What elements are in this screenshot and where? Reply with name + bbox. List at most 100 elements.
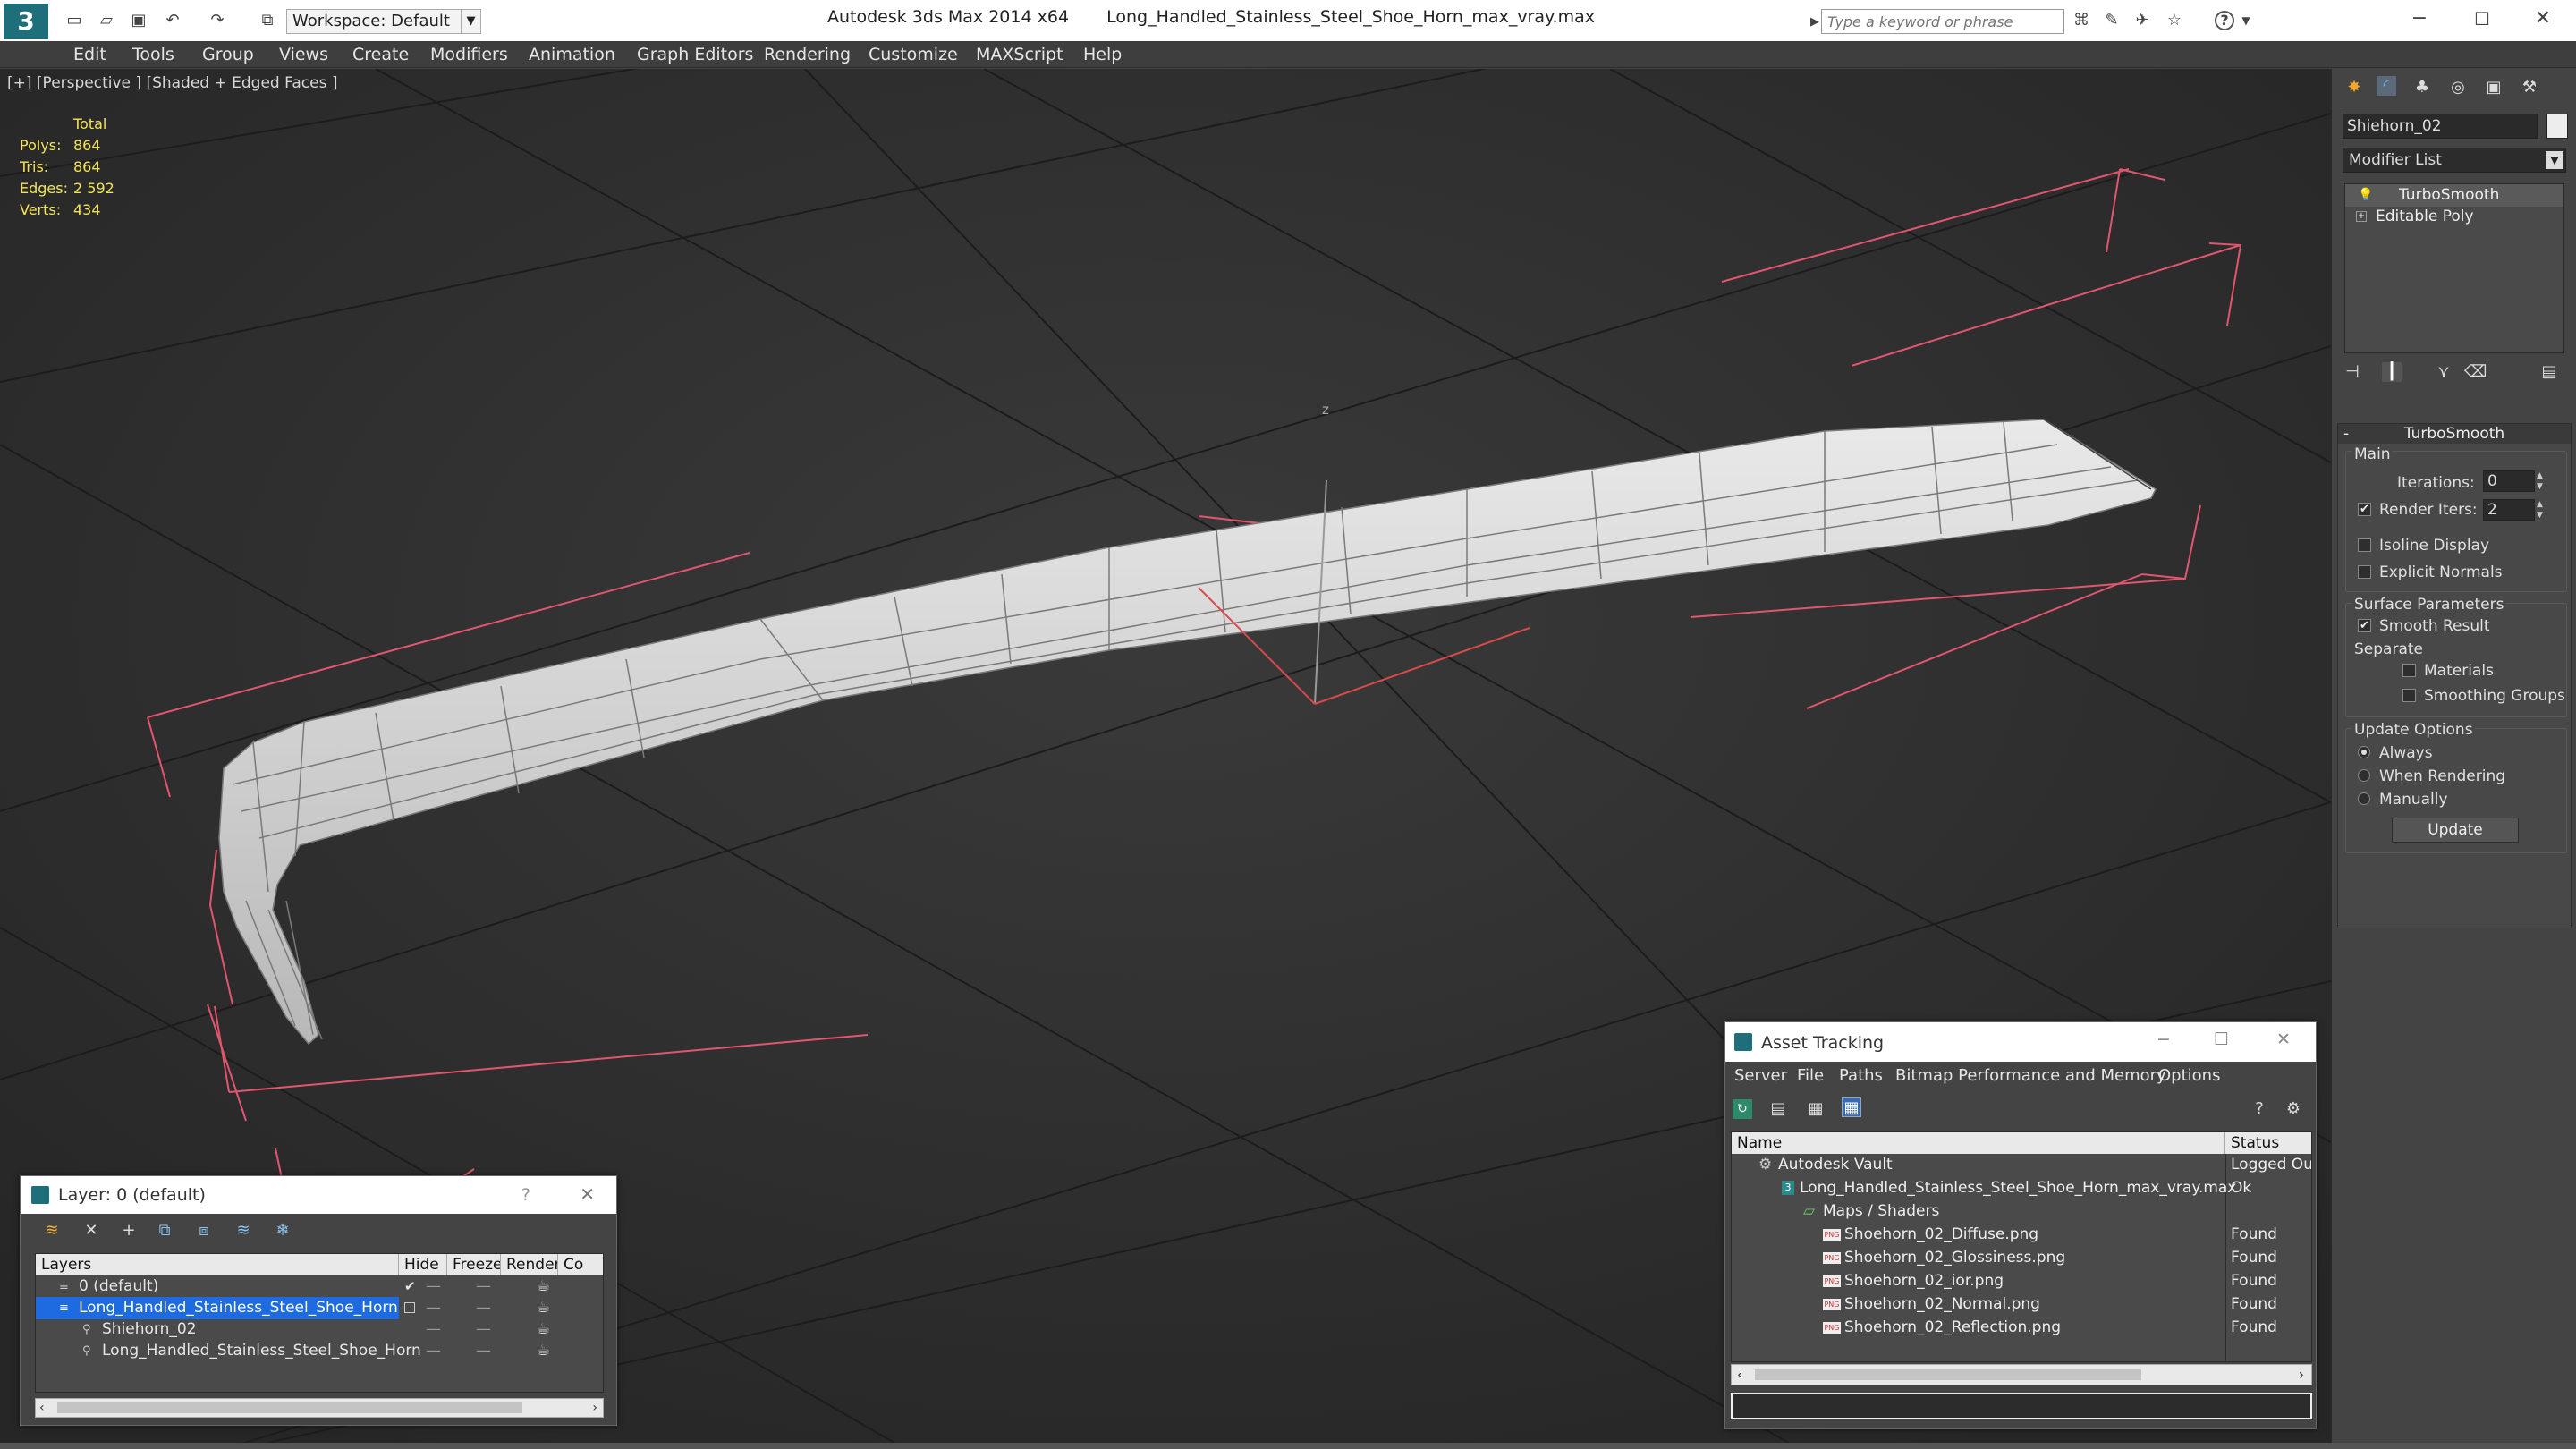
asset-row[interactable]: PNG Shoehorn_02_ior.png Found: [1732, 1270, 2311, 1292]
freeze-all-layers-icon[interactable]: ❄: [273, 1221, 292, 1241]
list-view-icon[interactable]: ▤: [1768, 1099, 1788, 1119]
scroll-thumb[interactable]: [57, 1402, 522, 1413]
render-iters-field[interactable]: 2: [2483, 499, 2535, 521]
render-iters-spinner[interactable]: ▲ ▼: [2537, 499, 2549, 521]
asset-row[interactable]: 3 Long_Handled_Stainless_Steel_Shoe_Horn…: [1732, 1177, 2311, 1199]
asset-menu-server[interactable]: Server: [1734, 1062, 1787, 1090]
stack-item-turbosmooth[interactable]: 💡 TurboSmooth: [2345, 184, 2563, 207]
redo-icon[interactable]: ↷: [208, 11, 227, 30]
modify-tab-icon[interactable]: ◜: [2377, 76, 2396, 96]
object-color-swatch[interactable]: [2546, 114, 2568, 139]
object-row[interactable]: ⚲ Shiehorn_02 — — ☕: [36, 1318, 603, 1341]
search-input[interactable]: [1821, 9, 2064, 34]
asset-menu-paths[interactable]: Paths: [1839, 1062, 1883, 1090]
menu-views[interactable]: Views: [279, 41, 328, 68]
freeze-toggle[interactable]: —: [476, 1340, 491, 1362]
asset-row[interactable]: PNG Shoehorn_02_Normal.png Found: [1732, 1293, 2311, 1316]
manually-radio[interactable]: [2358, 792, 2370, 805]
binoculars-icon[interactable]: ⌘: [2072, 11, 2091, 30]
pin-stack-icon[interactable]: ⊣: [2343, 362, 2362, 382]
asset-row[interactable]: ⚙ Autodesk Vault Logged Ou: [1732, 1154, 2311, 1176]
hide-toggle[interactable]: —: [426, 1275, 441, 1298]
asset-window-titlebar[interactable]: Asset Tracking − ☐ ✕: [1725, 1022, 2316, 1062]
grid-view-icon[interactable]: ▦: [1842, 1097, 1861, 1117]
open-file-icon[interactable]: ▱: [97, 11, 116, 30]
hierarchy-tab-icon[interactable]: ♣: [2412, 78, 2432, 97]
close-icon[interactable]: ✕: [2533, 9, 2553, 29]
asset-menu-options[interactable]: Options: [2158, 1062, 2220, 1090]
scroll-right-icon[interactable]: ›: [2299, 1365, 2304, 1385]
help-icon[interactable]: ?: [521, 1185, 530, 1205]
when-rendering-radio[interactable]: [2358, 769, 2370, 782]
menu-help[interactable]: Help: [1083, 41, 1122, 68]
render-toggle-icon[interactable]: ☕: [537, 1340, 550, 1362]
project-folder-icon[interactable]: ⧉: [258, 11, 277, 30]
asset-path-field[interactable]: [1731, 1393, 2312, 1419]
active-layer-check-icon[interactable]: ✔: [404, 1275, 416, 1298]
create-layer-icon[interactable]: ≋: [42, 1221, 62, 1241]
col-status[interactable]: Status: [2225, 1132, 2311, 1154]
menu-group[interactable]: Group: [202, 41, 254, 68]
render-toggle-icon[interactable]: ☕: [537, 1318, 550, 1341]
hide-all-layers-icon[interactable]: ≋: [233, 1221, 253, 1241]
asset-row[interactable]: PNG Shoehorn_02_Diffuse.png Found: [1732, 1224, 2311, 1246]
asset-horizontal-scrollbar[interactable]: ‹ ›: [1731, 1364, 2312, 1385]
hide-toggle[interactable]: —: [426, 1340, 441, 1362]
object-name-field[interactable]: Shiehorn_02: [2343, 114, 2538, 139]
menu-customize[interactable]: Customize: [869, 41, 958, 68]
layer-row-controls[interactable]: — — ☕: [399, 1297, 603, 1319]
smooth-result-checkbox[interactable]: ✔: [2358, 619, 2371, 632]
col-name[interactable]: Name: [1732, 1132, 2225, 1154]
expand-icon[interactable]: +: [2356, 211, 2367, 222]
scroll-thumb[interactable]: [1755, 1369, 2141, 1380]
render-toggle-icon[interactable]: ☕: [537, 1297, 550, 1319]
menu-tools[interactable]: Tools: [132, 41, 174, 68]
undo-icon[interactable]: ↶: [163, 11, 182, 30]
hide-toggle[interactable]: —: [426, 1297, 441, 1319]
stack-item-editable-poly[interactable]: + Editable Poly: [2345, 206, 2563, 228]
menu-create[interactable]: Create: [352, 41, 409, 68]
scroll-left-icon[interactable]: ‹: [1737, 1365, 1742, 1385]
menu-maxscript[interactable]: MAXScript: [976, 41, 1063, 68]
asset-menu-file[interactable]: File: [1797, 1062, 1824, 1090]
minimize-icon[interactable]: −: [2410, 9, 2429, 29]
freeze-toggle[interactable]: —: [476, 1318, 491, 1341]
configure-sets-icon[interactable]: ▤: [2539, 362, 2559, 382]
settings-icon[interactable]: ⚙: [2284, 1099, 2303, 1119]
new-file-icon[interactable]: ▭: [64, 11, 84, 30]
select-objects-icon[interactable]: ⧉: [155, 1221, 174, 1241]
menu-rendering[interactable]: Rendering: [764, 41, 851, 68]
freeze-toggle[interactable]: —: [476, 1275, 491, 1298]
asset-row[interactable]: PNG Shoehorn_02_Reflection.png Found: [1732, 1317, 2311, 1339]
menu-edit[interactable]: Edit: [73, 41, 106, 68]
layer-row[interactable]: ≡ 0 (default) ✔ — — ☕: [36, 1275, 603, 1298]
menu-graph-editors[interactable]: Graph Editors: [637, 41, 753, 68]
render-iters-checkbox[interactable]: ✔: [2358, 503, 2371, 516]
smoothing-groups-checkbox[interactable]: [2402, 689, 2416, 702]
render-toggle-icon[interactable]: ☕: [537, 1275, 550, 1298]
update-button[interactable]: Update: [2392, 818, 2519, 843]
help-dropdown-icon[interactable]: ▼: [2236, 11, 2256, 30]
scroll-right-icon[interactable]: ›: [592, 1399, 597, 1417]
explicit-normals-checkbox[interactable]: [2358, 565, 2371, 579]
col-color[interactable]: Co: [558, 1254, 603, 1275]
isoline-display-checkbox[interactable]: [2358, 538, 2371, 552]
table-view-icon[interactable]: ▦: [1806, 1099, 1826, 1119]
menu-animation[interactable]: Animation: [529, 41, 615, 68]
iterations-field[interactable]: 0: [2483, 470, 2535, 492]
workspace-dropdown[interactable]: Workspace: Default ▼: [286, 9, 481, 34]
motion-tab-icon[interactable]: ◎: [2448, 78, 2468, 97]
asset-menu-bitmap-performance[interactable]: Bitmap Performance and Memory: [1895, 1062, 2166, 1090]
refresh-icon[interactable]: ↻: [1733, 1099, 1752, 1119]
always-radio[interactable]: [2358, 746, 2370, 758]
col-hide[interactable]: Hide: [399, 1254, 447, 1275]
app-logo[interactable]: 3: [4, 4, 48, 39]
add-to-layer-icon[interactable]: +: [119, 1221, 139, 1241]
communication-icon[interactable]: ✈: [2132, 11, 2152, 30]
maximize-icon[interactable]: ☐: [2214, 1030, 2229, 1049]
layer-horizontal-scrollbar[interactable]: ‹ ›: [35, 1398, 604, 1418]
menu-modifiers[interactable]: Modifiers: [430, 41, 508, 68]
col-layers[interactable]: Layers: [36, 1254, 399, 1275]
highlight-layer-icon[interactable]: ⧈: [194, 1221, 214, 1241]
maximize-icon[interactable]: ☐: [2472, 9, 2492, 29]
